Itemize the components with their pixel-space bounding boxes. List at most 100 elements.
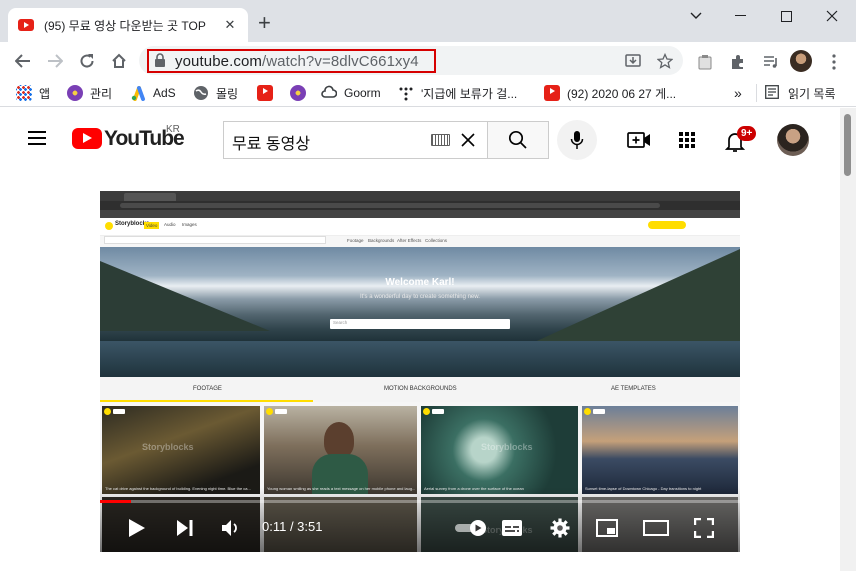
video-time: 0:11 / 3:51 [262, 519, 323, 534]
miniplayer-button[interactable] [594, 511, 620, 545]
frame-watermark: Storyblocks [142, 442, 194, 452]
bookmark-star-icon[interactable] [655, 51, 675, 71]
reading-list-button[interactable]: 읽기 목록 [765, 84, 836, 102]
frame-person [324, 422, 354, 458]
create-video-icon[interactable] [627, 128, 651, 152]
lock-icon[interactable] [154, 53, 166, 67]
volume-button[interactable] [218, 511, 244, 545]
forward-arrow-icon[interactable] [42, 48, 68, 74]
settings-button[interactable] [547, 511, 573, 545]
back-arrow-icon[interactable] [10, 48, 36, 74]
purple-flower-icon [67, 85, 83, 101]
microphone-icon [570, 131, 584, 149]
play-button[interactable] [124, 511, 150, 545]
frame-hero-search [330, 319, 510, 329]
reading-list-label: 읽기 목록 [788, 86, 836, 101]
page-scrollbar[interactable] [840, 108, 856, 571]
video-frame-bookmarks [100, 210, 740, 218]
frame-subnav-item: Footage [347, 238, 364, 243]
frame-subnav-item: Collections [425, 238, 448, 243]
search-query-text[interactable]: 무료 동영상 [232, 130, 310, 154]
bookmark-label: 몰링 [216, 86, 239, 101]
youtube-logo-icon[interactable] [72, 128, 102, 149]
thumb-badge-icon [584, 408, 591, 415]
theater-mode-icon [643, 520, 669, 536]
bookmarks-overflow-icon[interactable]: » [734, 84, 742, 102]
dots-icon [398, 85, 414, 101]
minimize-icon[interactable] [717, 2, 763, 30]
page-scrollbar-thumb[interactable] [844, 114, 851, 176]
home-icon[interactable] [106, 48, 132, 74]
frame-section-tab: FOOTAGE [193, 386, 222, 392]
media-playlist-icon[interactable] [760, 51, 782, 73]
youtube-icon [257, 85, 273, 101]
frame-watermark: Storyblocks [481, 442, 533, 452]
goorm-cloud-icon [321, 85, 338, 101]
bookmark-label: 관리 [90, 86, 113, 101]
account-avatar[interactable] [777, 124, 809, 156]
bookmarks-divider [756, 84, 757, 102]
bookmark-ads[interactable]: AdS [130, 84, 176, 102]
bookmark-payment-hold[interactable]: '지급에 보류가 걸... [398, 84, 517, 102]
tab-close-icon[interactable]: ✕ [222, 17, 238, 33]
frame-subnav-item: After Effects [397, 238, 422, 243]
extension-clipboard-icon[interactable] [694, 51, 716, 73]
bookmark-youtube[interactable] [257, 84, 280, 102]
frame-subnav-item: Backgrounds [368, 238, 395, 243]
hamburger-menu-icon[interactable] [28, 131, 46, 145]
fullscreen-button[interactable] [691, 511, 717, 545]
window-close-icon[interactable] [809, 2, 855, 30]
frame-section-tab: AE TEMPLATES [611, 386, 656, 392]
frame-welcome-title: Welcome Karl! [385, 277, 455, 288]
new-tab-icon[interactable]: + [258, 12, 271, 34]
frame-thumbnail: Sunset time-lapse of Downtown Chicago - … [582, 406, 738, 494]
frame-nav-tab: Audio [164, 222, 176, 227]
thumb-badge-icon [266, 408, 273, 415]
bookmark-apps[interactable]: 앱 [16, 84, 50, 102]
next-button[interactable] [172, 511, 198, 545]
bookmark-malling[interactable]: 몰링 [193, 84, 238, 102]
youtube-favicon-icon [18, 19, 34, 31]
video-frame-tab [124, 193, 176, 201]
bookmark-label: AdS [153, 86, 176, 100]
country-code: KR [166, 124, 180, 135]
autoplay-toggle-icon [455, 520, 486, 536]
clear-search-icon[interactable] [459, 131, 477, 149]
video-frame-url [120, 203, 660, 208]
thumb-new-tag [275, 409, 287, 414]
thumb-new-tag [593, 409, 605, 414]
frame-welcome-subtitle: It's a wonderful day to create something… [360, 294, 480, 300]
fullscreen-icon [694, 518, 714, 538]
bookmark-manage[interactable]: 관리 [67, 84, 112, 102]
youtube-icon [544, 85, 560, 101]
bookmark-youtube-video[interactable]: (92) 2020 06 27 게... [544, 84, 676, 102]
autoplay-toggle[interactable] [453, 511, 489, 545]
maximize-icon[interactable] [763, 2, 809, 30]
keyboard-icon[interactable] [431, 134, 450, 146]
browser-tab-active[interactable]: (95) 무료 영상 다운받는 곳 TOP ✕ [8, 8, 248, 42]
bookmark-label: '지급에 보류가 걸... [421, 86, 518, 101]
play-icon [129, 519, 145, 537]
apps-grid-icon [16, 85, 32, 101]
tab-search-chevron-icon[interactable] [673, 2, 719, 30]
reload-icon[interactable] [74, 48, 100, 74]
subtitles-button[interactable] [499, 511, 525, 545]
chrome-menu-icon[interactable] [823, 51, 845, 73]
search-button[interactable] [487, 121, 549, 159]
skip-next-icon [177, 520, 193, 536]
bookmark-goorm[interactable]: Goorm [321, 84, 381, 102]
extensions-puzzle-icon[interactable] [727, 51, 749, 73]
google-ads-icon [130, 85, 146, 101]
video-player[interactable]: Storyblocks Video Audio Images Footage B… [100, 191, 740, 552]
voice-search-button[interactable] [557, 120, 597, 160]
thumb-badge-icon [104, 408, 111, 415]
bookmark-flower[interactable] [290, 84, 313, 102]
apps-grid-icon[interactable] [675, 128, 699, 152]
progress-bar[interactable] [100, 500, 740, 503]
install-app-icon[interactable] [623, 51, 643, 71]
frame-nav-tab: Video [144, 222, 160, 229]
theater-mode-button[interactable] [642, 511, 670, 545]
url-text[interactable]: youtube.com/watch?v=8dlvC661xy4 [175, 53, 419, 70]
profile-avatar-icon[interactable] [790, 50, 812, 72]
url-path: /watch?v=8dlvC661xy4 [261, 53, 419, 70]
